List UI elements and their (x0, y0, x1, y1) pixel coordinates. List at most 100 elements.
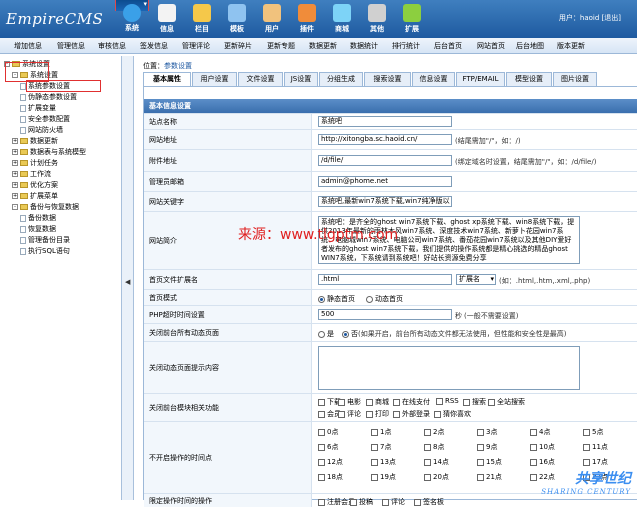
module-checkbox[interactable]: 商城 (366, 397, 389, 407)
menu-item[interactable]: 管理评论 (182, 41, 210, 51)
admin-email-input[interactable]: admin@phome.net (318, 176, 452, 187)
checkbox[interactable] (318, 398, 325, 406)
menu-item[interactable]: 数据更新 (309, 41, 337, 51)
hour-checkbox[interactable]: 13点 (371, 457, 396, 467)
checkbox[interactable] (477, 473, 484, 481)
checkbox[interactable] (530, 473, 537, 481)
checkbox[interactable] (583, 443, 590, 451)
menu-item[interactable]: 后台首页 (434, 41, 462, 51)
checkbox[interactable] (477, 458, 484, 466)
op-checkbox[interactable]: 评论 (382, 497, 405, 507)
tab-9[interactable]: 图片设置 (553, 72, 597, 86)
tab-8[interactable]: 模型设置 (506, 72, 552, 86)
sidebar-item[interactable]: 安全参数配置 (20, 114, 70, 124)
site-url-input[interactable]: http://xitongba.sc.haoid.cn/ (318, 134, 452, 145)
hour-checkbox[interactable]: 7点 (371, 442, 391, 452)
hour-checkbox[interactable]: 14点 (424, 457, 449, 467)
op-checkbox[interactable]: 签名板 (414, 497, 444, 507)
expand-icon[interactable]: + (12, 160, 18, 166)
index-ext-input[interactable]: .html (318, 274, 452, 285)
sidebar-item[interactable]: + 优化方案 (12, 180, 58, 190)
sidebar-item[interactable]: 执行SQL语句 (20, 246, 70, 256)
module-checkbox[interactable]: 全站搜索 (488, 397, 525, 407)
menu-item[interactable]: 管理信息 (57, 41, 85, 51)
module-checkbox[interactable]: 搜索 (463, 397, 486, 407)
menu-item[interactable]: 数据统计 (350, 41, 378, 51)
menu-item[interactable]: 更新碎片 (224, 41, 252, 51)
expand-icon[interactable]: + (12, 149, 18, 155)
checkbox[interactable] (477, 428, 484, 436)
sidebar-item[interactable]: + 计划任务 (12, 158, 58, 168)
menu-item[interactable]: 排行统计 (392, 41, 420, 51)
module-checkbox[interactable]: 在线支付 (393, 397, 430, 407)
hour-checkbox[interactable]: 19点 (371, 472, 396, 482)
sidebar-item[interactable]: 网站防火墙 (20, 125, 63, 135)
hour-checkbox[interactable]: 12点 (318, 457, 343, 467)
topnav-2[interactable]: 栏目 (185, 0, 219, 38)
checkbox[interactable] (338, 398, 345, 406)
attach-url-input[interactable]: /d/file/ (318, 155, 452, 166)
tab-6[interactable]: 信息设置 (412, 72, 455, 86)
checkbox[interactable] (583, 458, 590, 466)
sidebar-item[interactable]: - 备份与恢复数据 (12, 202, 79, 212)
menu-item[interactable]: 增加信息 (14, 41, 42, 51)
expand-icon[interactable]: + (12, 182, 18, 188)
topnav-0[interactable]: 系统 (115, 0, 149, 32)
module-checkbox[interactable]: 电影 (338, 397, 361, 407)
tab-0[interactable]: 基本属性 (143, 72, 191, 87)
sidebar-item[interactable]: 恢复数据 (20, 224, 56, 234)
hour-checkbox[interactable]: 16点 (530, 457, 555, 467)
checkbox[interactable] (393, 410, 400, 418)
collapse-arrow-icon[interactable]: ◀ (125, 278, 130, 286)
topnav-6[interactable]: 商城 (325, 0, 359, 38)
topnav-7[interactable]: 其他 (360, 0, 394, 38)
tab-2[interactable]: 文件设置 (238, 72, 283, 86)
topnav-5[interactable]: 插件 (290, 0, 324, 38)
checkbox[interactable] (424, 473, 431, 481)
menu-item[interactable]: 审核信息 (98, 41, 126, 51)
logout-link[interactable]: [退出] (602, 14, 621, 22)
module-checkbox[interactable]: 外部登录 (393, 409, 430, 419)
checkbox[interactable] (477, 443, 484, 451)
sidebar-item[interactable]: + 数据表与系统模型 (12, 147, 86, 157)
tab-5[interactable]: 搜索设置 (364, 72, 411, 86)
checkbox[interactable] (318, 443, 325, 451)
op-checkbox[interactable]: 投稿 (350, 497, 373, 507)
checkbox[interactable] (371, 458, 378, 466)
menu-item[interactable]: 签发信息 (140, 41, 168, 51)
hour-checkbox[interactable]: 11点 (583, 442, 608, 452)
checkbox[interactable] (318, 410, 325, 418)
checkbox[interactable] (530, 428, 537, 436)
close-tip-textarea[interactable] (318, 346, 580, 390)
hour-checkbox[interactable]: 20点 (424, 472, 449, 482)
hour-checkbox[interactable]: 18点 (318, 472, 343, 482)
hour-checkbox[interactable]: 17点 (583, 457, 608, 467)
hour-checkbox[interactable]: 10点 (530, 442, 555, 452)
topnav-3[interactable]: 模板 (220, 0, 254, 38)
checkbox[interactable] (424, 443, 431, 451)
checkbox[interactable] (583, 428, 590, 436)
index-ext-select[interactable]: 扩展名 (456, 274, 496, 285)
sidebar-item[interactable]: + 扩展菜单 (12, 191, 58, 201)
checkbox[interactable] (424, 428, 431, 436)
expand-icon[interactable]: + (12, 171, 18, 177)
hour-checkbox[interactable]: 15点 (477, 457, 502, 467)
checkbox[interactable] (434, 410, 441, 418)
checkbox[interactable] (371, 443, 378, 451)
checkbox[interactable] (488, 398, 495, 406)
static-index-radio[interactable]: 静态首页 (318, 294, 355, 304)
checkbox[interactable] (366, 398, 373, 406)
checkbox[interactable] (530, 443, 537, 451)
module-checkbox[interactable]: 评论 (338, 409, 361, 419)
checkbox[interactable] (338, 410, 345, 418)
sidebar-item[interactable]: + 数据更新 (12, 136, 58, 146)
site-name-input[interactable]: 系统吧 (318, 116, 452, 127)
hour-checkbox[interactable]: 3点 (477, 427, 497, 437)
checkbox[interactable] (463, 398, 470, 406)
hour-checkbox[interactable]: 6点 (318, 442, 338, 452)
hour-checkbox[interactable]: 5点 (583, 427, 603, 437)
breadcrumb-link[interactable]: 参数设置 (164, 62, 192, 70)
dynamic-index-radio[interactable]: 动态首页 (366, 294, 403, 304)
sidebar-item[interactable]: 伪静态参数设置 (20, 92, 77, 102)
sidebar-item[interactable]: 管理备份目录 (20, 235, 70, 245)
